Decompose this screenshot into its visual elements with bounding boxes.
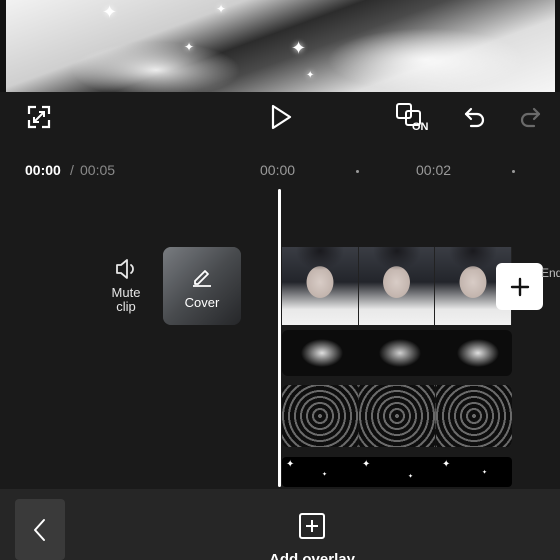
main-video-track[interactable] xyxy=(282,247,512,325)
star-decoration: ✦ xyxy=(408,474,414,480)
compare-toggle-button[interactable]: ON xyxy=(394,100,432,136)
ruler-label: 00:02 xyxy=(416,162,452,178)
cover-label: Cover xyxy=(184,295,220,310)
sparkle-decoration: ✦ xyxy=(184,40,195,54)
mute-label-line1: Mute xyxy=(111,285,141,300)
ruler-label: 00:00 xyxy=(260,162,296,178)
play-button[interactable] xyxy=(266,102,296,132)
fullscreen-button[interactable] xyxy=(24,102,54,132)
star-decoration: ✦ xyxy=(322,472,328,478)
chevron-left-icon xyxy=(34,518,45,541)
star-decoration: ✦ xyxy=(442,459,451,470)
overlay-track-2[interactable] xyxy=(282,385,512,447)
add-overlay-icon xyxy=(299,513,325,539)
redo-icon xyxy=(520,107,541,128)
video-thumbnail xyxy=(358,247,436,325)
undo-icon xyxy=(464,107,485,128)
playback-toolbar: ON xyxy=(0,92,560,152)
star-decoration: ✦ xyxy=(286,459,295,470)
sparkle-decoration: ✦ xyxy=(216,2,227,16)
sparkle-decoration: ✦ xyxy=(291,38,307,58)
overlay-track-3[interactable]: ✦ ✦ ✦ ✦ ✦ ✦ xyxy=(282,457,512,487)
star-decoration: ✦ xyxy=(362,459,371,470)
back-button[interactable] xyxy=(15,499,65,560)
plus-icon xyxy=(510,277,529,296)
overlay-thumbnail xyxy=(359,385,435,447)
ruler-tick xyxy=(356,170,359,173)
time-separator: / xyxy=(70,162,74,178)
overlay-thumbnail xyxy=(282,385,358,447)
total-duration: 00:05 xyxy=(80,162,116,178)
video-thumbnail xyxy=(282,247,359,325)
pencil-icon xyxy=(193,270,211,287)
add-clip-button[interactable] xyxy=(496,263,543,310)
mute-label-line2: clip xyxy=(116,299,136,314)
overlay-thumbnail xyxy=(436,385,512,447)
speaker-icon xyxy=(116,259,134,279)
video-preview[interactable]: ✦ ✦ ✦ ✦ ✦ xyxy=(0,0,560,92)
add-overlay-label: Add overlay xyxy=(269,551,355,560)
sparkle-decoration: ✦ xyxy=(306,70,315,81)
mute-clip-button[interactable]: Mute clip xyxy=(104,256,148,320)
ruler-tick xyxy=(512,170,515,173)
redo-button[interactable] xyxy=(515,102,545,132)
sparkle-decoration: ✦ xyxy=(102,2,118,22)
undo-button[interactable] xyxy=(460,102,490,132)
play-icon xyxy=(271,104,292,130)
fullscreen-icon xyxy=(27,105,51,129)
bottom-bar: Add overlay xyxy=(0,489,560,560)
timecode-row: 00:00 / 00:05 00:00 00:02 xyxy=(0,156,560,186)
star-decoration: ✦ xyxy=(482,470,488,476)
preview-frame: ✦ ✦ ✦ ✦ ✦ xyxy=(6,0,555,92)
cover-button[interactable]: Cover xyxy=(163,247,241,325)
playhead[interactable] xyxy=(278,189,281,487)
end-label: End xyxy=(541,266,560,280)
add-overlay-button[interactable]: Add overlay xyxy=(250,511,374,560)
current-time: 00:00 xyxy=(25,162,61,178)
compare-on-label: ON xyxy=(412,121,429,133)
overlay-track-1[interactable] xyxy=(282,330,512,376)
